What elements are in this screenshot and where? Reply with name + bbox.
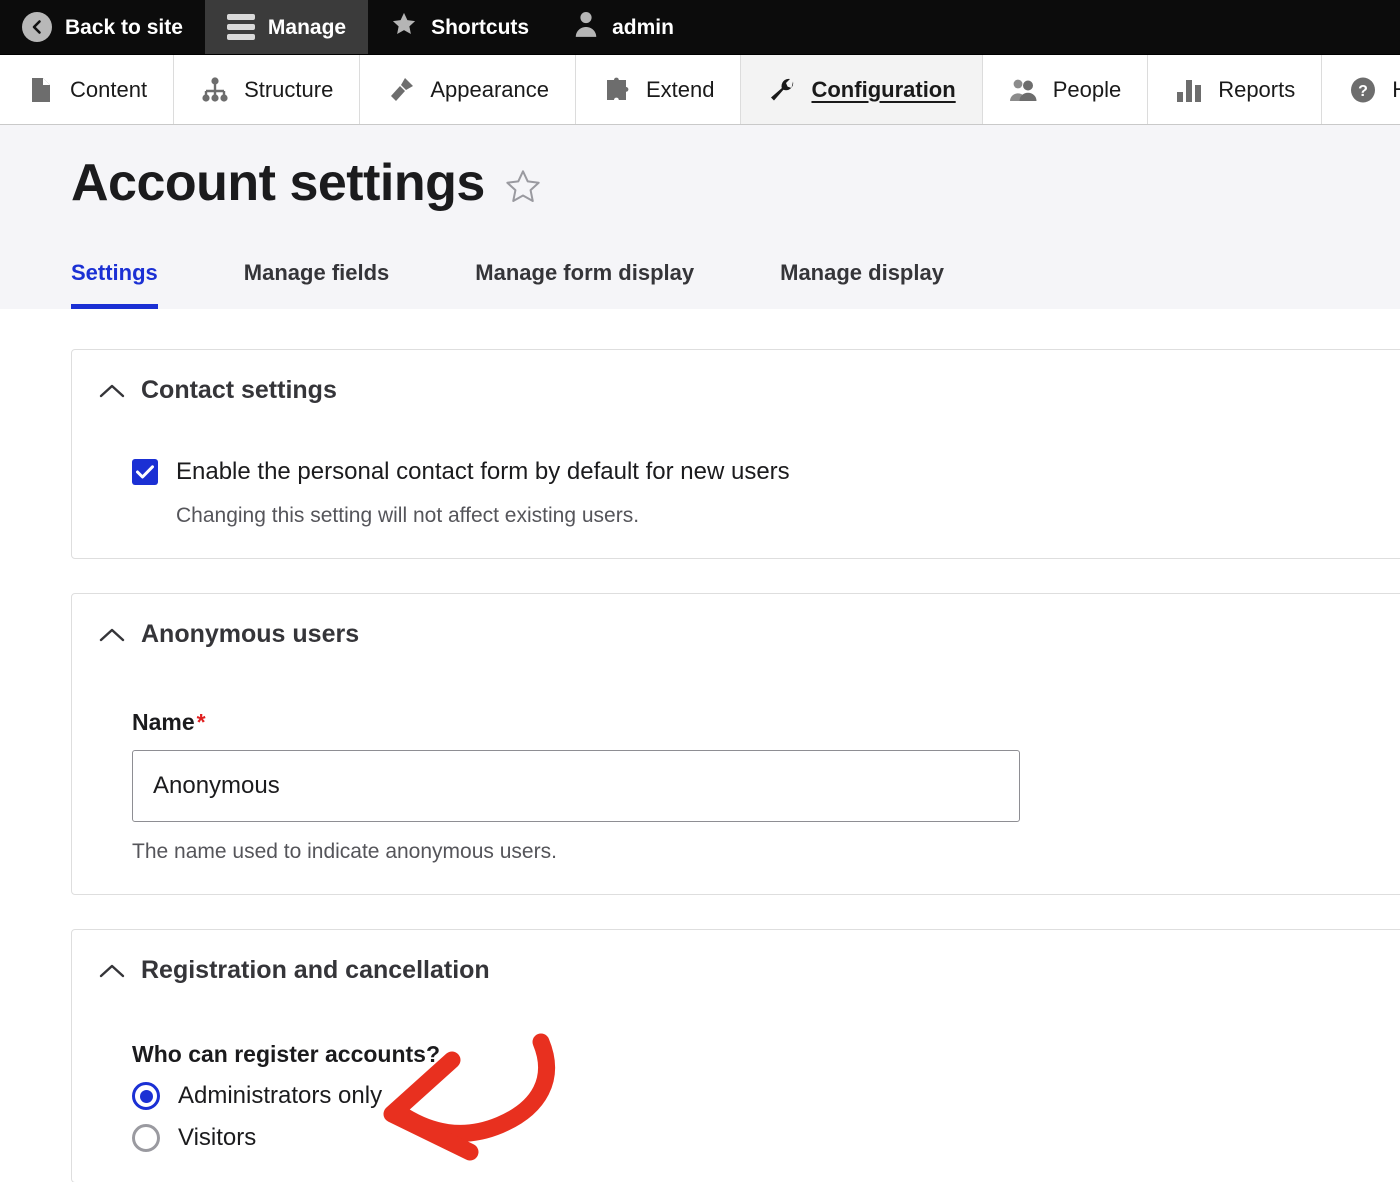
anonymous-name-label: Name* (132, 709, 1400, 736)
panel-anonymous-users: Anonymous users Name* The name used to i… (71, 593, 1400, 895)
radio-row-visitors[interactable]: Visitors (132, 1124, 1400, 1152)
page-title-row: Account settings (0, 155, 1400, 212)
panel-title: Contact settings (141, 376, 337, 405)
admin-item-label: Manage (268, 17, 346, 38)
nav-item-label: Content (70, 77, 147, 103)
anonymous-name-help-text: The name used to indicate anonymous user… (132, 840, 1400, 864)
contact-form-checkbox[interactable] (132, 459, 158, 485)
chevron-up-icon[interactable] (99, 383, 125, 399)
nav-item-label: Structure (244, 77, 333, 103)
anonymous-name-input[interactable] (132, 750, 1020, 822)
panel-registration-and-cancellation: Registration and cancellation Who can re… (71, 929, 1400, 1182)
sitemap-icon (200, 75, 230, 105)
contact-form-checkbox-row[interactable]: Enable the personal contact form by defa… (132, 458, 1400, 486)
panel-body-registration: Who can register accounts? Administrator… (72, 1041, 1400, 1152)
nav-item-label: Extend (646, 77, 715, 103)
panel-body-contact-settings: Enable the personal contact form by defa… (72, 458, 1400, 528)
question-mark-icon: ? (1348, 75, 1378, 105)
tab-manage-fields[interactable]: Manage fields (244, 246, 389, 309)
admin-item-label: admin (612, 17, 674, 38)
nav-item-content[interactable]: Content (0, 55, 174, 124)
settings-tabs: Settings Manage fields Manage form displ… (0, 246, 1400, 309)
admin-nav-bar: Content Structure Appeara (0, 55, 1400, 125)
admin-item-shortcuts[interactable]: Shortcuts (368, 0, 551, 54)
document-icon (26, 75, 56, 105)
tab-label: Manage fields (244, 260, 389, 285)
back-circle-icon (22, 12, 52, 42)
panel-title: Registration and cancellation (141, 956, 490, 985)
panel-title: Anonymous users (141, 620, 359, 649)
tab-settings[interactable]: Settings (71, 246, 158, 309)
panel-header-anonymous-users[interactable]: Anonymous users (72, 620, 1400, 649)
hamburger-icon (227, 14, 255, 40)
nav-item-extend[interactable]: Extend (576, 55, 742, 124)
nav-item-reports[interactable]: Reports (1148, 55, 1322, 124)
nav-item-structure[interactable]: Structure (174, 55, 360, 124)
wrench-icon (767, 75, 797, 105)
nav-item-appearance[interactable]: Appearance (360, 55, 576, 124)
svg-text:?: ? (1358, 83, 1368, 100)
admin-item-back-to-site[interactable]: Back to site (0, 0, 205, 54)
anonymous-name-label-text: Name (132, 709, 195, 735)
panel-header-registration[interactable]: Registration and cancellation (72, 956, 1400, 985)
nav-item-label: People (1053, 77, 1122, 103)
admin-toolbar: Back to site Manage Shortcuts admin (0, 0, 1400, 55)
people-icon (1009, 75, 1039, 105)
radio-label-visitors[interactable]: Visitors (178, 1124, 256, 1152)
person-icon (573, 10, 599, 44)
radio-row-administrators-only[interactable]: Administrators only (132, 1082, 1400, 1110)
bar-chart-icon (1174, 75, 1204, 105)
panel-body-anonymous-users: Name* The name used to indicate anonymou… (72, 709, 1400, 864)
page-title: Account settings (71, 155, 485, 212)
admin-item-manage[interactable]: Manage (205, 0, 368, 54)
puzzle-piece-icon (602, 75, 632, 105)
tab-manage-form-display[interactable]: Manage form display (475, 246, 694, 309)
nav-item-configuration[interactable]: Configuration (741, 55, 982, 124)
radio-visitors[interactable] (132, 1124, 160, 1152)
star-outline-icon[interactable] (503, 167, 543, 207)
admin-item-label: Back to site (65, 17, 183, 38)
admin-item-user-admin[interactable]: admin (551, 0, 696, 54)
star-icon (390, 10, 418, 44)
main-content: Contact settings Enable the personal con… (0, 309, 1400, 1182)
nav-item-people[interactable]: People (983, 55, 1149, 124)
page-header: Account settings Settings Manage fields … (0, 125, 1400, 309)
nav-item-help[interactable]: ? Help (1322, 55, 1400, 124)
tab-label: Manage display (780, 260, 944, 285)
nav-item-label: Reports (1218, 77, 1295, 103)
tab-label: Manage form display (475, 260, 694, 285)
nav-item-label: Help (1392, 77, 1400, 103)
paintbrush-icon (386, 75, 416, 105)
chevron-up-icon[interactable] (99, 627, 125, 643)
contact-form-help-text: Changing this setting will not affect ex… (176, 504, 1400, 528)
radio-administrators-only[interactable] (132, 1082, 160, 1110)
tab-manage-display[interactable]: Manage display (780, 246, 944, 309)
tab-label: Settings (71, 260, 158, 285)
nav-item-label: Configuration (811, 77, 955, 103)
contact-form-checkbox-label[interactable]: Enable the personal contact form by defa… (176, 458, 790, 486)
who-can-register-label: Who can register accounts? (132, 1041, 1400, 1068)
chevron-up-icon[interactable] (99, 963, 125, 979)
admin-item-label: Shortcuts (431, 17, 529, 38)
page-wrapper: Back to site Manage Shortcuts admin Cont… (0, 0, 1400, 1182)
required-marker: * (197, 709, 206, 735)
panel-header-contact-settings[interactable]: Contact settings (72, 376, 1400, 405)
radio-label-administrators-only[interactable]: Administrators only (178, 1082, 382, 1110)
anonymous-name-field-block: Name* The name used to indicate anonymou… (132, 709, 1400, 864)
nav-item-label: Appearance (430, 77, 549, 103)
panel-contact-settings: Contact settings Enable the personal con… (71, 349, 1400, 559)
